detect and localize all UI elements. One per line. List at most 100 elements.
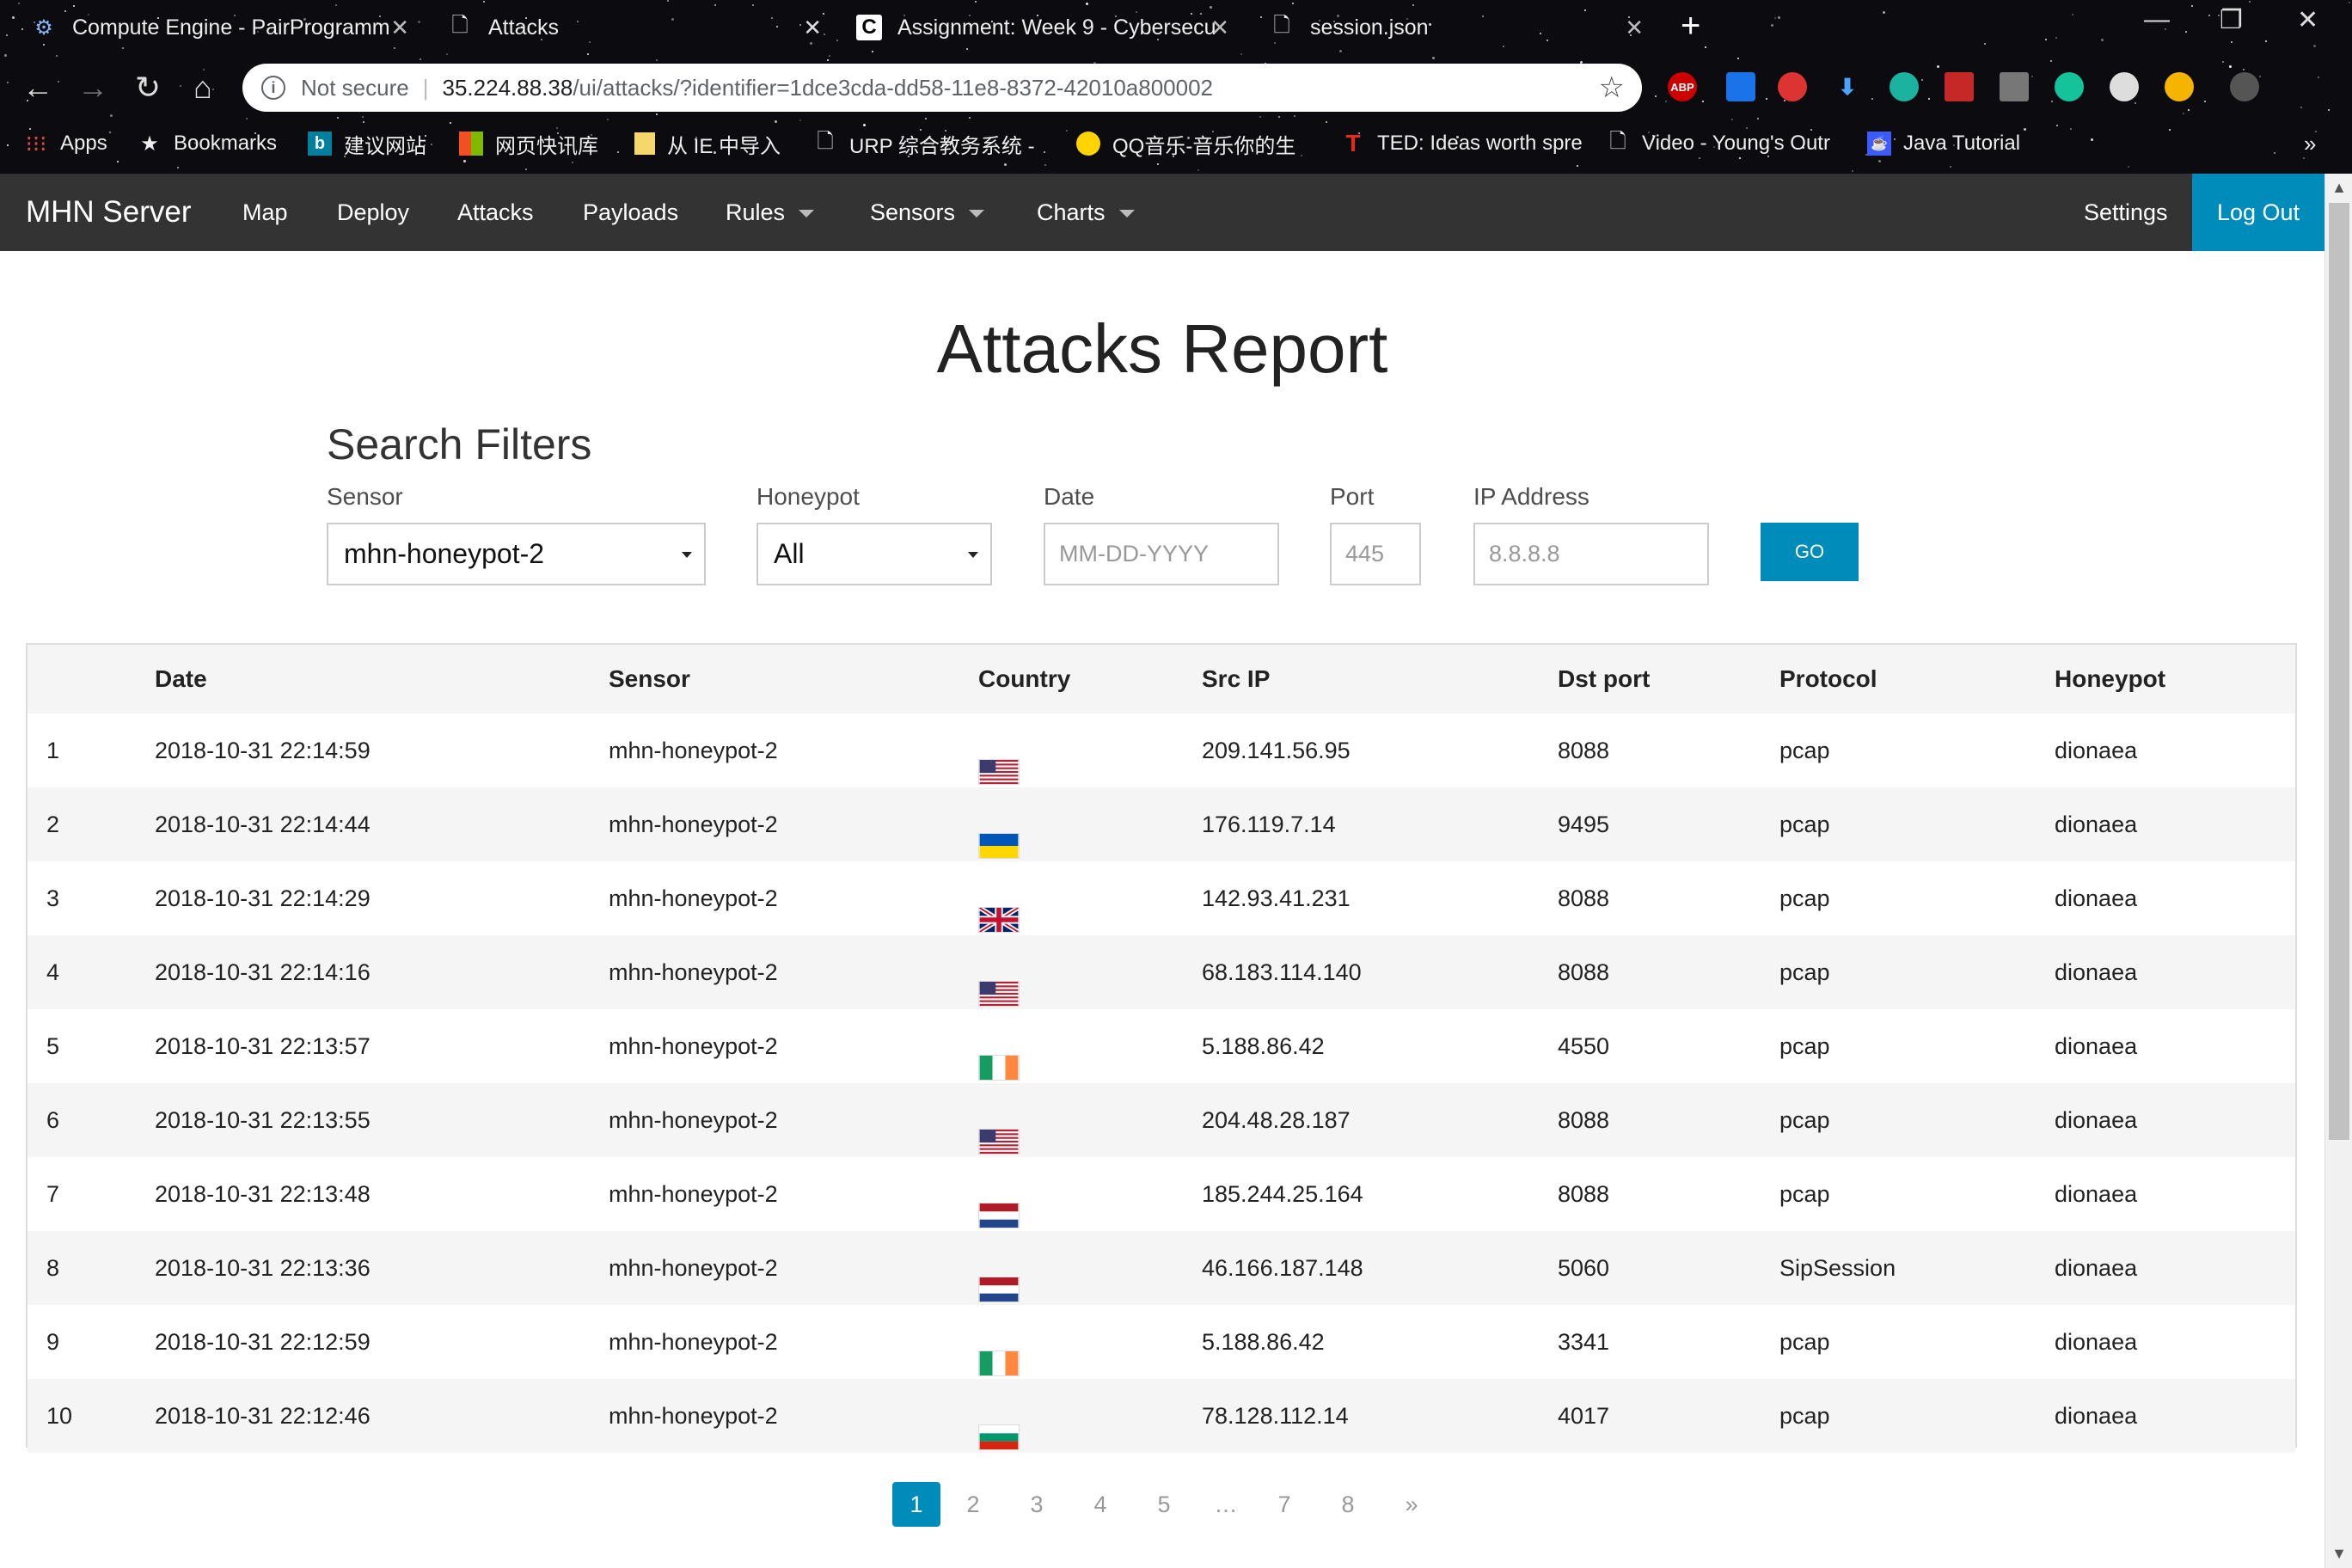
- src-ip-cell[interactable]: 68.183.114.140: [1202, 935, 1362, 1009]
- protocol-cell: pcap: [1779, 812, 1830, 837]
- date-input[interactable]: MM-DD-YYYY: [1044, 523, 1279, 585]
- src-ip-cell[interactable]: 185.244.25.164: [1202, 1157, 1363, 1231]
- avatar[interactable]: [2230, 72, 2259, 101]
- home-icon[interactable]: ⌂: [182, 67, 224, 108]
- pagination-page-3[interactable]: 3: [1020, 1482, 1054, 1527]
- src-ip-cell[interactable]: 78.128.112.14: [1202, 1379, 1349, 1453]
- bookmark-video[interactable]: 🗋 Video - Young's Outr: [1606, 129, 1830, 158]
- close-icon[interactable]: ✕: [1625, 15, 1644, 41]
- extension-icon[interactable]: [2165, 72, 2194, 101]
- table-row: 3 2018-10-31 22:14:29 mhn-honeypot-2 142.93…: [28, 861, 2295, 935]
- scroll-up-arrow-icon[interactable]: ▲: [2325, 179, 2352, 197]
- window-close-icon[interactable]: ✕: [2297, 5, 2318, 35]
- extension-icon[interactable]: [2000, 72, 2029, 101]
- go-button[interactable]: GO: [1761, 523, 1859, 581]
- src-ip-cell[interactable]: 209.141.56.95: [1202, 714, 1351, 787]
- close-icon[interactable]: ✕: [1210, 15, 1229, 41]
- nav-attacks[interactable]: Attacks: [457, 174, 534, 251]
- back-arrow-icon[interactable]: ←: [17, 67, 58, 108]
- honeypot-select[interactable]: All: [756, 523, 992, 585]
- src-ip-cell[interactable]: 142.93.41.231: [1202, 861, 1351, 935]
- sensor-select[interactable]: mhn-honeypot-2: [327, 523, 706, 585]
- tab-attacks[interactable]: 🗋 Attacks ✕: [447, 7, 822, 48]
- pagination-next-icon[interactable]: »: [1394, 1482, 1429, 1527]
- pagination-page-1[interactable]: 1: [892, 1482, 940, 1527]
- protocol-cell: pcap: [1779, 1181, 1830, 1207]
- nav-map[interactable]: Map: [242, 174, 288, 251]
- nav-deploy[interactable]: Deploy: [337, 174, 409, 251]
- ublock-extension-icon[interactable]: [1778, 72, 1807, 101]
- bookmark-bookmarks[interactable]: ★ Bookmarks: [138, 129, 277, 158]
- bookmark-ted[interactable]: T TED: Ideas worth spre: [1341, 129, 1582, 158]
- extension-icon[interactable]: [1890, 72, 1919, 101]
- grammarly-icon[interactable]: [2055, 72, 2084, 101]
- extension-icon[interactable]: [1726, 72, 1755, 101]
- pagination-page-5[interactable]: 5: [1147, 1482, 1181, 1527]
- tab-compute-engine[interactable]: ⚙ Compute Engine - PairProgramm ✕: [31, 7, 409, 48]
- date-cell: 2018-10-31 22:14:44: [155, 812, 371, 837]
- bookmark-web-slice[interactable]: 网页快讯库: [459, 129, 598, 158]
- src-ip-cell[interactable]: 5.188.86.42: [1202, 1305, 1325, 1379]
- vertical-scrollbar[interactable]: ▲ ▼: [2324, 174, 2352, 1568]
- scroll-down-arrow-icon[interactable]: ▼: [2325, 1545, 2352, 1563]
- pagination-page-8[interactable]: 8: [1331, 1482, 1365, 1527]
- address-bar[interactable]: i Not secure | 35.224.88.38 /ui/attacks/…: [242, 64, 1642, 112]
- close-icon[interactable]: ✕: [390, 15, 409, 41]
- bookmark-import-ie[interactable]: 从 IE 中导入: [634, 129, 781, 158]
- extension-icon[interactable]: [2110, 72, 2139, 101]
- scrollbar-thumb[interactable]: [2329, 203, 2349, 1140]
- bookmarks-bar: ⁝⁝⁝ Apps ★ Bookmarks b 建议网站 网页快讯库 从 IE 中…: [0, 120, 2352, 165]
- bookmarks-overflow-icon[interactable]: »: [2304, 129, 2316, 158]
- header-dst-port: Dst port: [1558, 665, 1651, 692]
- pagination-page-4[interactable]: 4: [1083, 1482, 1118, 1527]
- nav-charts[interactable]: Charts: [1037, 174, 1135, 251]
- bookmark-suggested-sites[interactable]: b 建议网站: [308, 129, 426, 158]
- info-icon[interactable]: i: [261, 76, 285, 100]
- src-ip-cell[interactable]: 176.119.7.14: [1202, 787, 1336, 861]
- bookmark-apps[interactable]: ⁝⁝⁝ Apps: [24, 129, 107, 158]
- row-index: 8: [46, 1255, 60, 1281]
- protocol-cell: pcap: [1779, 885, 1830, 911]
- date-cell: 2018-10-31 22:12:46: [155, 1403, 371, 1429]
- forward-arrow-icon[interactable]: →: [72, 67, 113, 108]
- src-ip-cell[interactable]: 5.188.86.42: [1202, 1009, 1325, 1083]
- pagination-page-7[interactable]: 7: [1267, 1482, 1302, 1527]
- reload-icon[interactable]: ↻: [127, 67, 168, 108]
- row-index: 2: [46, 812, 60, 837]
- bookmark-java-tutorial[interactable]: ☕ Java Tutorial: [1867, 129, 2020, 158]
- adblock-extension-icon[interactable]: ABP: [1668, 72, 1697, 101]
- tab-title: Assignment: Week 9 - Cybersecu: [897, 15, 1216, 40]
- country-cell: [978, 714, 1020, 787]
- caret-down-icon: [1118, 210, 1135, 218]
- src-ip-cell[interactable]: 204.48.28.187: [1202, 1083, 1351, 1157]
- logout-button[interactable]: Log Out: [2192, 174, 2324, 251]
- honeypot-cell: dionaea: [2055, 1033, 2138, 1059]
- extension-icon[interactable]: [1945, 72, 1974, 101]
- date-cell: 2018-10-31 22:14:29: [155, 885, 371, 911]
- dst-port-cell: 8088: [1558, 885, 1610, 911]
- brand-logo[interactable]: MHN Server: [26, 174, 192, 251]
- new-tab-button[interactable]: +: [1681, 9, 1700, 43]
- document-icon: 🗋: [1609, 129, 1626, 153]
- download-extension-icon[interactable]: ⬇: [1833, 72, 1862, 101]
- nav-sensors[interactable]: Sensors: [870, 174, 985, 251]
- bookmark-qq-music[interactable]: QQ音乐-音乐你的生: [1076, 129, 1295, 158]
- flag-us-icon: [978, 1110, 1020, 1155]
- bookmark-urp[interactable]: 🗋 URP 综合教务系统 -: [813, 129, 1034, 158]
- nav-settings[interactable]: Settings: [2084, 174, 2168, 251]
- port-input[interactable]: 445: [1330, 523, 1421, 585]
- country-cell: [978, 1305, 1020, 1379]
- nav-payloads[interactable]: Payloads: [583, 174, 678, 251]
- nav-rules[interactable]: Rules: [726, 174, 815, 251]
- pagination-page-2[interactable]: 2: [956, 1482, 990, 1527]
- tab-strip: ⚙ Compute Engine - PairProgramm ✕ 🗋 Atta…: [0, 0, 2352, 55]
- restore-icon[interactable]: ❐: [2220, 5, 2243, 35]
- ted-icon: T: [1345, 130, 1361, 156]
- close-icon[interactable]: ✕: [803, 15, 822, 41]
- bookmark-star-icon[interactable]: ☆: [1599, 70, 1625, 105]
- ip-address-input[interactable]: 8.8.8.8: [1473, 523, 1709, 585]
- tab-assignment[interactable]: C Assignment: Week 9 - Cybersecu ✕: [856, 7, 1229, 48]
- tab-session-json[interactable]: 🗋 session.json ✕: [1269, 7, 1644, 48]
- src-ip-cell[interactable]: 46.166.187.148: [1202, 1231, 1363, 1305]
- minimize-icon[interactable]: —: [2144, 5, 2170, 34]
